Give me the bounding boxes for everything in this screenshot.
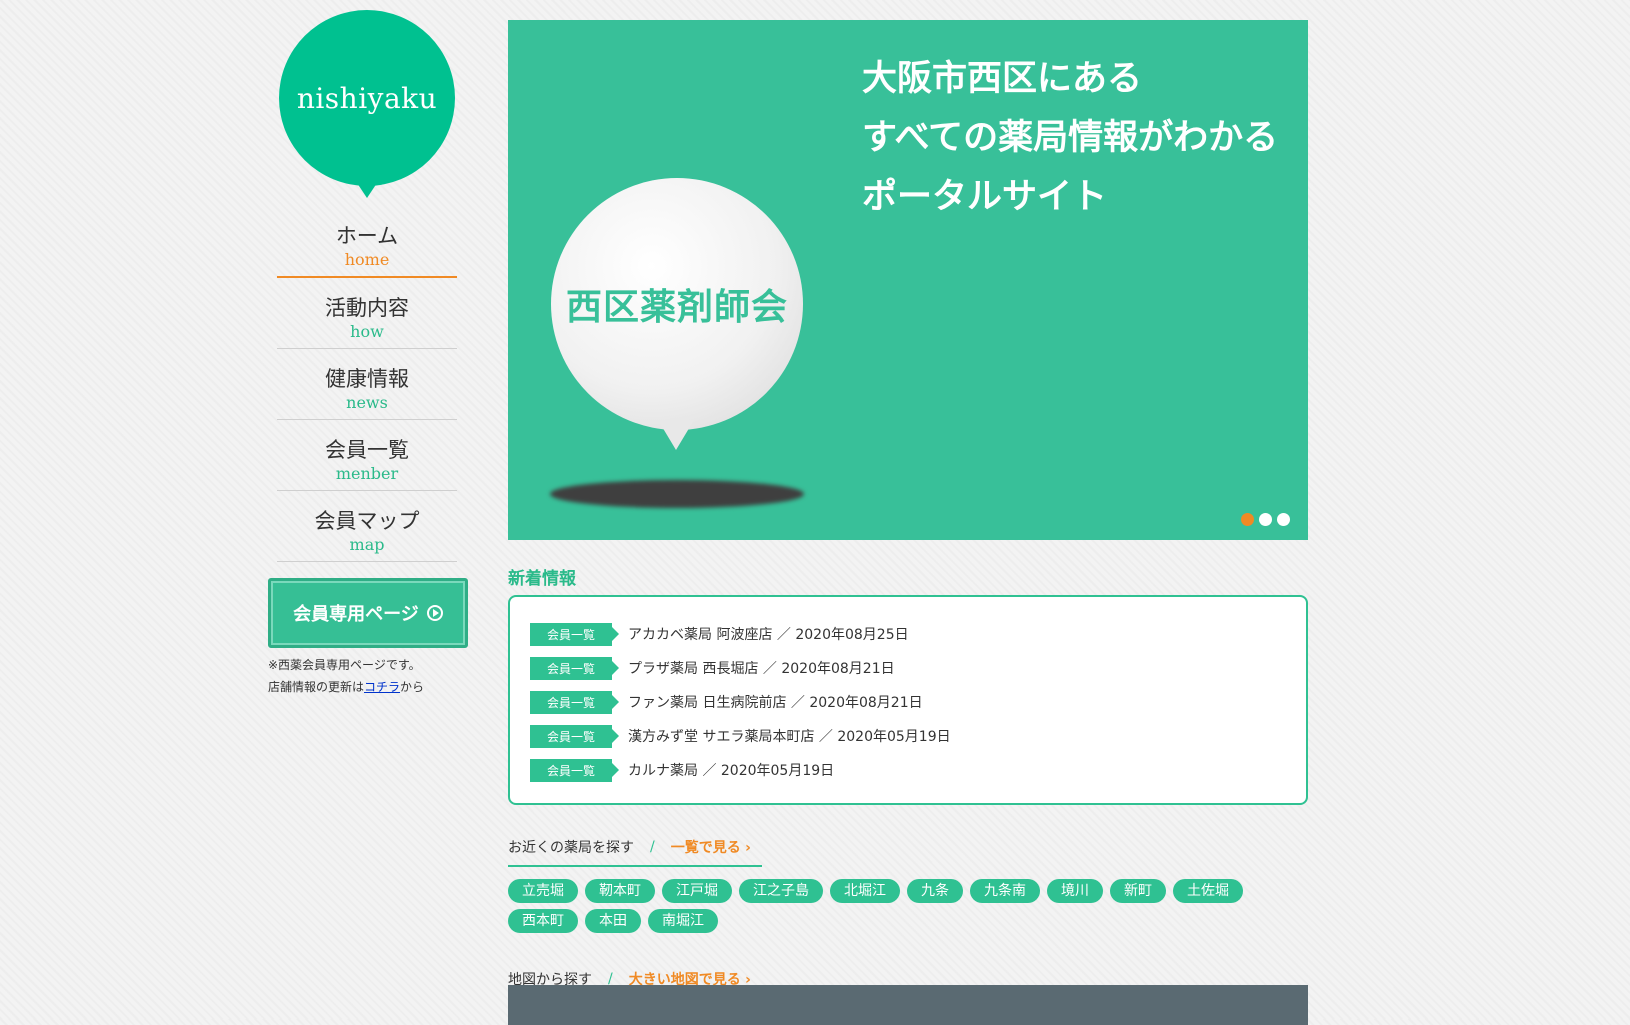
member-note-line1: ※西薬会員専用ページです。	[268, 658, 421, 672]
news-tag: 会員一覧	[530, 690, 619, 714]
member-note-before: 店舗情報の更新は	[268, 680, 365, 694]
news-item[interactable]: 会員一覧 プラザ薬局 西長堀店 ／ 2020年08月21日	[530, 651, 1286, 685]
nav-health-info-en: news	[346, 393, 388, 412]
member-note: ※西薬会員専用ページです。 店舗情報の更新はコチラから	[268, 654, 458, 698]
nav-members[interactable]: 会員一覧 menber	[277, 436, 457, 491]
update-link[interactable]: コチラ	[364, 680, 400, 694]
slider-dot-2[interactable]	[1259, 513, 1272, 526]
hero-line-3: ポータルサイト	[862, 177, 1108, 217]
news-list: 会員一覧 アカカベ薬局 阿波座店 ／ 2020年08月25日 会員一覧 プラザ薬…	[508, 595, 1308, 805]
logo-tail	[355, 180, 379, 198]
nav-health-info[interactable]: 健康情報 news	[277, 365, 457, 420]
nav-member-map-en: map	[349, 535, 385, 554]
area-chip[interactable]: 九条南	[970, 879, 1040, 903]
area-chips: 立売堀 靭本町 江戸堀 江之子島 北堀江 九条 九条南 境川 新町 土佐堀 西本…	[508, 879, 1308, 933]
member-page-button-label: 会員専用ページ	[293, 604, 419, 625]
nearby-title: お近くの薬局を探す	[508, 840, 634, 856]
nav-health-info-ja: 健康情報	[325, 367, 409, 391]
slider-dot-3[interactable]	[1277, 513, 1290, 526]
nav-member-map[interactable]: 会員マップ map	[277, 507, 457, 562]
news-tag: 会員一覧	[530, 724, 619, 748]
area-chip[interactable]: 土佐堀	[1173, 879, 1243, 903]
hero-headline: 大阪市西区にある すべての薬局情報がわかる ポータルサイト	[862, 50, 1278, 227]
news-item[interactable]: 会員一覧 漢方みず堂 サエラ薬局本町店 ／ 2020年05月19日	[530, 719, 1286, 753]
news-text[interactable]: 漢方みず堂 サエラ薬局本町店 ／ 2020年05月19日	[628, 726, 951, 746]
chevron-right-icon: ›	[745, 840, 751, 856]
logo-text: nishiyaku	[279, 10, 455, 186]
nav-member-map-ja: 会員マップ	[314, 509, 420, 533]
heading-separator: /	[650, 839, 655, 855]
news-item[interactable]: 会員一覧 アカカベ薬局 阿波座店 ／ 2020年08月25日	[530, 617, 1286, 651]
hero-line-1: 大阪市西区にある	[862, 59, 1143, 99]
member-note-line2: 店舗情報の更新はコチラから	[268, 676, 458, 698]
hero-balloon-tail	[658, 420, 694, 450]
member-page-button[interactable]: 会員専用ページ	[268, 578, 468, 648]
member-note-after: から	[400, 680, 425, 694]
nearby-heading: お近くの薬局を探す / 一覧で見る ›	[508, 837, 762, 867]
slider-pagination	[1241, 513, 1290, 526]
nearby-list-link-label: 一覧で見る	[670, 840, 741, 856]
area-chip[interactable]: 南堀江	[648, 909, 718, 933]
area-chip[interactable]: 本田	[585, 909, 641, 933]
area-chip[interactable]: 西本町	[508, 909, 578, 933]
hero-slider: 西区薬剤師会 大阪市西区にある すべての薬局情報がわかる ポータルサイト	[508, 20, 1308, 540]
map-embed[interactable]	[508, 985, 1308, 1025]
nearby-section: お近くの薬局を探す / 一覧で見る › 立売堀 靭本町 江戸堀 江之子島 北堀江…	[508, 837, 1308, 933]
nav-activities[interactable]: 活動内容 how	[277, 294, 457, 349]
slider-dot-1[interactable]	[1241, 513, 1254, 526]
news-text[interactable]: プラザ薬局 西長堀店 ／ 2020年08月21日	[628, 658, 895, 678]
nearby-list-link[interactable]: 一覧で見る ›	[671, 837, 751, 857]
hero-balloon-text: 西区薬剤師会	[565, 287, 788, 328]
nav-home-ja: ホーム	[335, 224, 399, 248]
sidebar: nishiyaku ホーム home 活動内容 how 健康情報 news 会員…	[268, 10, 468, 698]
area-chip[interactable]: 境川	[1047, 879, 1103, 903]
news-text[interactable]: ファン薬局 日生病院前店 ／ 2020年08月21日	[628, 692, 923, 712]
news-item[interactable]: 会員一覧 ファン薬局 日生病院前店 ／ 2020年08月21日	[530, 685, 1286, 719]
main-nav: ホーム home 活動内容 how 健康情報 news 会員一覧 menber …	[277, 222, 457, 562]
news-tag: 会員一覧	[530, 758, 619, 782]
nav-members-en: menber	[335, 464, 399, 483]
news-tag: 会員一覧	[530, 622, 619, 646]
hero-line-2: すべての薬局情報がわかる	[862, 118, 1279, 158]
hero-balloon: 西区薬剤師会	[551, 178, 803, 430]
news-item[interactable]: 会員一覧 カルナ薬局 ／ 2020年05月19日	[530, 753, 1286, 787]
nav-activities-ja: 活動内容	[325, 296, 409, 320]
news-text[interactable]: カルナ薬局 ／ 2020年05月19日	[628, 760, 834, 780]
news-heading: 新着情報	[508, 569, 576, 589]
area-chip[interactable]: 立売堀	[508, 879, 578, 903]
nav-members-ja: 会員一覧	[325, 438, 409, 462]
hero-balloon-shadow	[550, 480, 804, 508]
play-circle-icon	[426, 605, 443, 621]
nav-home-en: home	[344, 250, 390, 269]
logo[interactable]: nishiyaku	[279, 10, 455, 202]
area-chip[interactable]: 江之子島	[739, 879, 823, 903]
area-chip[interactable]: 新町	[1110, 879, 1166, 903]
news-text[interactable]: アカカベ薬局 阿波座店 ／ 2020年08月25日	[628, 624, 909, 644]
area-chip[interactable]: 靭本町	[585, 879, 655, 903]
area-chip[interactable]: 北堀江	[830, 879, 900, 903]
nav-activities-en: how	[350, 322, 384, 341]
area-chip[interactable]: 江戸堀	[662, 879, 732, 903]
area-chip[interactable]: 九条	[907, 879, 963, 903]
news-tag: 会員一覧	[530, 656, 619, 680]
nav-home[interactable]: ホーム home	[277, 222, 457, 278]
main-content: 西区薬剤師会 大阪市西区にある すべての薬局情報がわかる ポータルサイト 新着情…	[508, 20, 1308, 999]
